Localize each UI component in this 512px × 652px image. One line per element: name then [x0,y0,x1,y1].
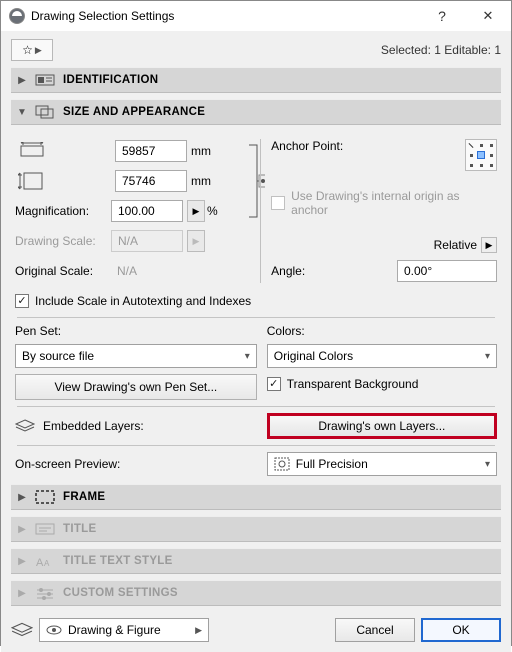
relative-toggle-button[interactable]: ▶ [481,237,497,253]
penset-combo[interactable]: By source file ▾ [15,344,257,368]
colors-label: Colors: [267,324,497,338]
cancel-button[interactable]: Cancel [335,618,415,642]
unit-label: mm [191,144,217,158]
size-appearance-body: mm mm Magnification: ▶ [11,131,501,478]
titlebar: Drawing Selection Settings ? ✕ [1,1,511,31]
expand-icon: ▶ [17,492,27,503]
use-internal-origin-label: Use Drawing's internal origin as anchor [291,189,461,217]
chevron-down-icon: ▾ [245,351,250,362]
app-icon [9,8,25,24]
include-scale-checkbox[interactable] [15,294,29,308]
height-input[interactable] [115,170,187,192]
identification-icon [35,72,55,88]
section-size-appearance[interactable]: ▼ SIZE AND APPEARANCE [11,99,501,125]
layer-combo-value: Drawing & Figure [68,623,161,637]
selection-status: Selected: 1 Editable: 1 [381,43,501,57]
transparent-bg-label: Transparent Background [287,377,419,391]
penset-value: By source file [22,349,94,363]
collapse-icon: ▼ [17,107,27,118]
close-button[interactable]: ✕ [465,1,511,31]
size-icon [35,104,55,120]
expand-icon: ▶ [17,588,27,599]
help-button[interactable]: ? [419,1,465,31]
dialog-window: Drawing Selection Settings ? ✕ ☆ ▶ Selec… [0,0,512,646]
star-icon: ☆ [22,43,33,57]
section-label: SIZE AND APPEARANCE [63,106,205,118]
section-identification[interactable]: ▶ IDENTIFICATION [11,67,501,93]
section-frame[interactable]: ▶ FRAME [11,484,501,510]
drawing-scale-popup-button: ▶ [187,230,205,252]
width-icon [15,140,49,162]
magnification-label: Magnification: [15,204,107,218]
layer-combo[interactable]: Drawing & Figure ▶ [39,618,209,642]
frame-icon [35,489,55,505]
transparent-bg-checkbox[interactable] [267,377,281,391]
section-title-text-style[interactable]: ▶ AA TITLE TEXT STYLE [11,548,501,574]
section-custom-settings[interactable]: ▶ CUSTOM SETTINGS [11,580,501,606]
title-icon [35,521,55,537]
precision-icon [274,457,290,471]
window-title: Drawing Selection Settings [31,9,174,23]
layers-icon [15,419,35,433]
chevron-down-icon: ▾ [485,351,490,362]
expand-icon: ▶ [17,556,27,567]
ok-button[interactable]: OK [421,618,501,642]
view-penset-button[interactable]: View Drawing's own Pen Set... [15,374,257,400]
section-label: TITLE [63,523,96,535]
chevron-right-icon: ▶ [195,625,202,636]
dialog-content: ☆ ▶ Selected: 1 Editable: 1 ▶ IDENTIFICA… [1,31,511,652]
anchor-point-picker[interactable] [465,139,497,171]
expand-icon: ▶ [17,524,27,535]
section-label: IDENTIFICATION [63,74,158,86]
magnification-popup-button[interactable]: ▶ [187,200,205,222]
angle-label: Angle: [271,264,321,278]
colors-value: Original Colors [274,349,353,363]
magnification-input[interactable] [111,200,183,222]
dialog-footer: Drawing & Figure ▶ Cancel OK [11,612,501,642]
layer-combo-icon [11,622,33,638]
use-internal-origin-checkbox [271,196,285,210]
chevron-down-icon: ▾ [485,459,490,470]
section-label: CUSTOM SETTINGS [63,587,178,599]
expand-icon: ▶ [17,75,27,86]
drawing-scale-input [111,230,183,252]
eye-icon [46,624,62,636]
width-input[interactable] [115,140,187,162]
text-style-icon: AA [35,553,55,569]
section-label: FRAME [63,491,105,503]
include-scale-label: Include Scale in Autotexting and Indexes [35,294,251,308]
original-scale-value [111,260,183,282]
drawing-scale-label: Drawing Scale: [15,234,107,248]
chevron-right-icon: ▶ [35,45,42,56]
svg-text:A: A [44,559,50,568]
svg-text:A: A [36,557,44,568]
relative-label: Relative [434,238,477,252]
onscreen-preview-label: On-screen Preview: [15,457,257,471]
section-title[interactable]: ▶ TITLE [11,516,501,542]
colors-combo[interactable]: Original Colors ▾ [267,344,497,368]
favorites-button[interactable]: ☆ ▶ [11,39,53,61]
custom-icon [35,585,55,601]
original-scale-label: Original Scale: [15,264,107,278]
drawings-own-layers-button[interactable]: Drawing's own Layers... [267,413,497,439]
embedded-layers-label: Embedded Layers: [43,419,144,433]
onscreen-preview-combo[interactable]: Full Precision ▾ [267,452,497,476]
angle-input[interactable] [397,260,497,282]
section-label: TITLE TEXT STYLE [63,555,173,567]
height-icon [15,170,49,192]
penset-label: Pen Set: [15,324,257,338]
percent-label: % [207,204,218,218]
anchor-point-label: Anchor Point: [271,139,343,153]
unit-label: mm [191,174,217,188]
onscreen-preview-value: Full Precision [296,457,368,471]
